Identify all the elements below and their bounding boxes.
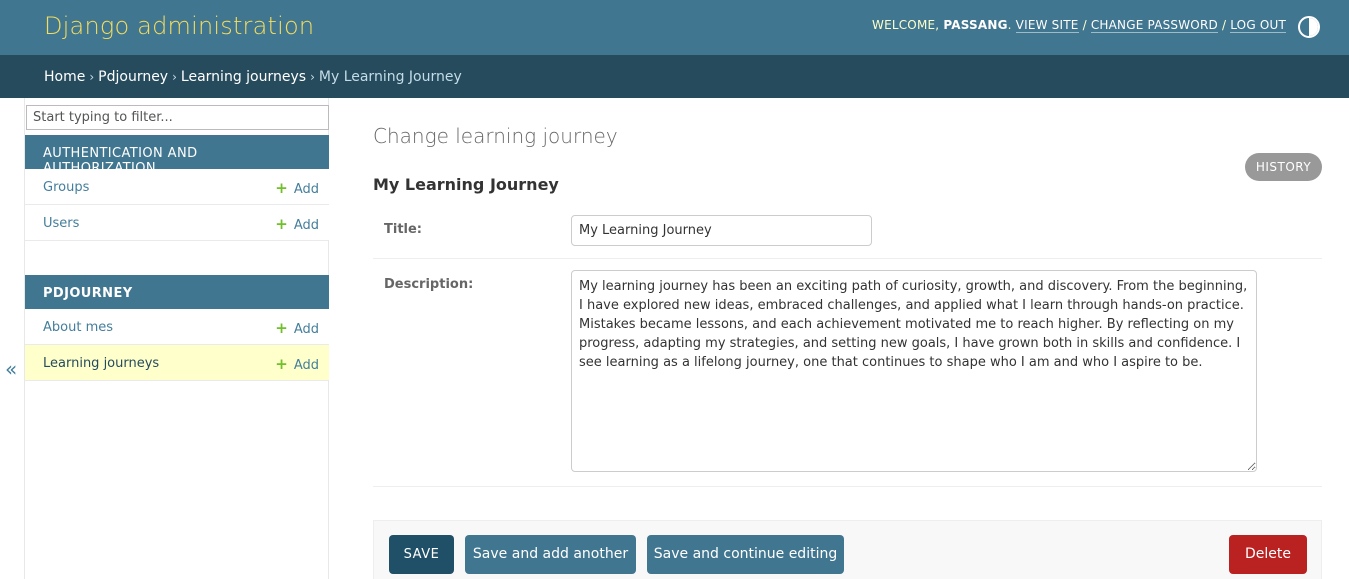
object-name: My Learning Journey	[373, 175, 559, 194]
change-password-link[interactable]: CHANGE PASSWORD	[1090, 18, 1218, 33]
breadcrumb-model[interactable]: Learning journeys	[181, 69, 306, 85]
model-link-groups[interactable]: Groups	[43, 180, 89, 195]
description-textarea[interactable]: My learning journey has been an exciting…	[571, 270, 1257, 472]
breadcrumb-separator: ›	[172, 70, 177, 84]
title-input[interactable]	[571, 215, 872, 246]
breadcrumb-home[interactable]: Home	[44, 69, 85, 85]
breadcrumb-app[interactable]: Pdjourney	[98, 69, 168, 85]
username: PASSANG	[943, 18, 1008, 32]
nav-filter-input[interactable]	[26, 105, 329, 130]
sidebar-item-users: Users + Add	[25, 205, 329, 241]
add-label: Add	[293, 218, 319, 233]
app-caption-auth[interactable]: AUTHENTICATION AND AUTHORIZATION	[25, 135, 329, 176]
model-link-users[interactable]: Users	[43, 216, 79, 231]
sidebar-item-about-mes: About mes + Add	[25, 309, 329, 345]
breadcrumb-current: My Learning Journey	[318, 69, 462, 85]
user-tools: WELCOME, PASSANG. VIEW SITE / CHANGE PAS…	[872, 18, 1286, 33]
breadcrumb-separator: ›	[89, 70, 95, 84]
model-link-about-mes[interactable]: About mes	[43, 320, 113, 335]
site-brand[interactable]: Django administration	[44, 12, 314, 40]
model-link-learning-journeys[interactable]: Learning journeys	[43, 356, 159, 371]
add-label: Add	[293, 358, 319, 373]
save-and-add-another-button[interactable]: Save and add another	[465, 535, 636, 574]
description-label: Description:	[384, 277, 474, 292]
add-groups-button[interactable]: + Add	[275, 179, 319, 197]
form-row-title: Title:	[373, 215, 1322, 259]
user-tools-separator: /	[1221, 18, 1227, 32]
theme-toggle-icon[interactable]	[1298, 16, 1320, 38]
add-label: Add	[293, 182, 319, 197]
save-and-continue-button[interactable]: Save and continue editing	[647, 535, 844, 574]
header: Django administration WELCOME, PASSANG. …	[0, 0, 1349, 55]
plus-icon: +	[275, 215, 288, 233]
submit-row: SAVE Save and add another Save and conti…	[373, 520, 1322, 579]
sidebar-item-learning-journeys: Learning journeys + Add	[25, 345, 329, 381]
app-caption-pdjourney[interactable]: PDJOURNEY	[25, 275, 329, 309]
history-button[interactable]: HISTORY	[1245, 153, 1322, 181]
breadcrumb: Home › Pdjourney › Learning journeys › My Lear…	[0, 55, 1349, 98]
sidebar-item-groups: Groups + Add	[25, 169, 329, 205]
add-about-mes-button[interactable]: + Add	[275, 319, 319, 337]
sidebar: AUTHENTICATION AND AUTHORIZATION Groups …	[24, 98, 329, 579]
sidebar-collapse-button[interactable]: «	[5, 357, 17, 381]
user-tools-separator: /	[1082, 18, 1087, 32]
title-label: Title:	[384, 222, 423, 237]
welcome-text: WELCOME,	[872, 18, 940, 32]
breadcrumb-separator: ›	[310, 70, 315, 84]
add-learning-journeys-button[interactable]: + Add	[275, 355, 319, 373]
view-site-link[interactable]: VIEW SITE	[1015, 18, 1079, 33]
save-button[interactable]: SAVE	[389, 535, 454, 574]
plus-icon: +	[275, 355, 288, 373]
form-row-description: Description: My learning journey has bee…	[373, 270, 1322, 487]
log-out-link[interactable]: LOG OUT	[1230, 18, 1286, 33]
delete-button[interactable]: Delete	[1229, 535, 1307, 574]
add-label: Add	[293, 322, 319, 337]
plus-icon: +	[275, 319, 288, 337]
page-title: Change learning journey	[373, 124, 618, 148]
add-users-button[interactable]: + Add	[275, 215, 319, 233]
plus-icon: +	[275, 179, 288, 197]
